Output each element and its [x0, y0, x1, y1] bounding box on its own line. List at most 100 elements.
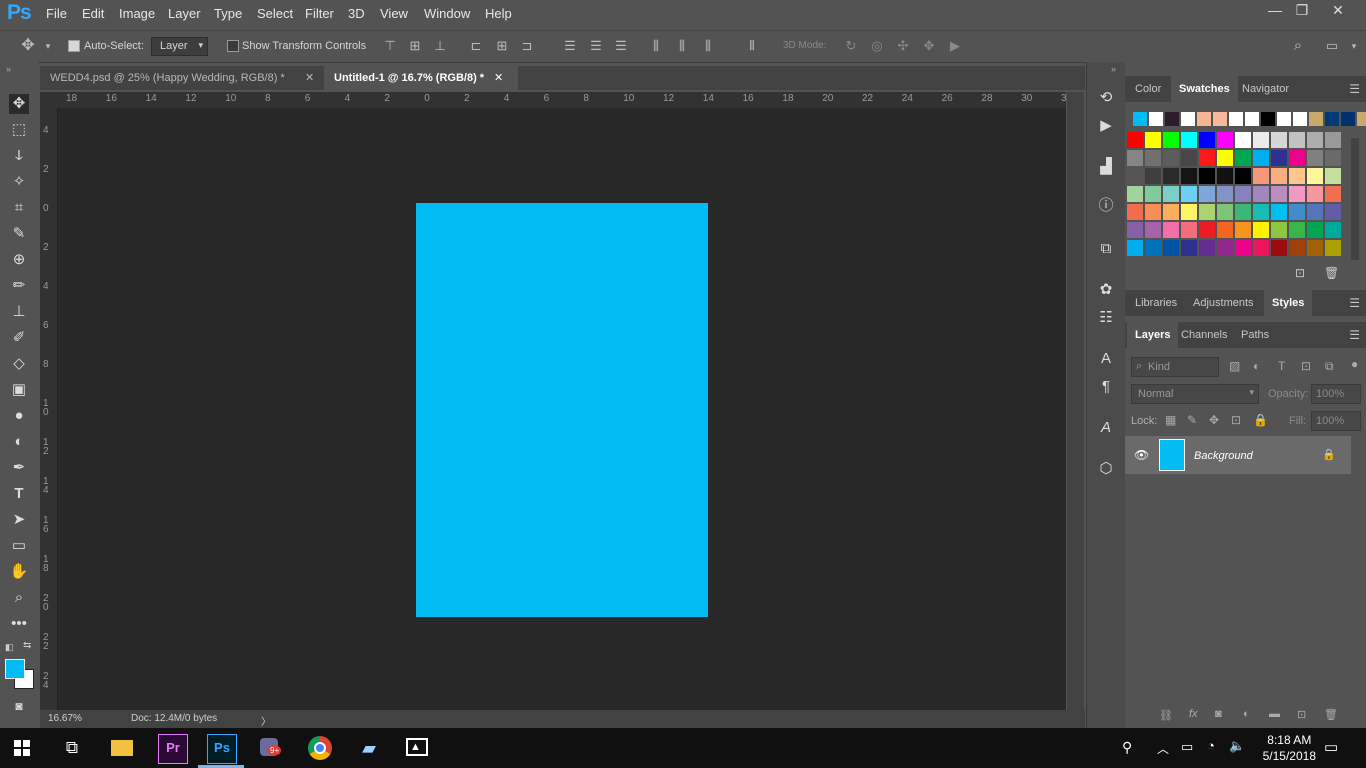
- color-swatch[interactable]: [1163, 240, 1179, 256]
- 3d-panel-icon[interactable]: ⬡: [1096, 459, 1116, 479]
- 3d-slide-icon[interactable]: ✥: [921, 38, 937, 54]
- horizontal-ruler[interactable]: 18 16 14 12 10 8 6 4 2 0 2 4 6 8 10 12 14 16 18 20 22 24 26 28 3…: [58, 92, 1072, 109]
- trash-icon[interactable]: 🗑: [1324, 708, 1338, 721]
- more-tools-icon[interactable]: •••: [9, 614, 29, 634]
- chrome-icon[interactable]: [306, 734, 334, 762]
- color-swatch[interactable]: [1145, 150, 1161, 166]
- menu-filter[interactable]: Filter: [305, 6, 334, 21]
- align-bottom-icon[interactable]: ⊥: [432, 38, 448, 54]
- dodge-tool-icon[interactable]: ◐: [9, 432, 29, 452]
- color-swatch[interactable]: [1217, 204, 1233, 220]
- tab-adjustments[interactable]: Adjustments: [1185, 290, 1262, 316]
- lock-artboard-icon[interactable]: ⊡: [1231, 413, 1241, 427]
- color-swatch[interactable]: [1325, 112, 1339, 126]
- auto-align-icon[interactable]: ⫴: [744, 38, 760, 54]
- color-swatch[interactable]: [1127, 150, 1143, 166]
- filter-type-icon[interactable]: T: [1278, 359, 1285, 373]
- lock-position-icon[interactable]: ✥: [1209, 413, 1219, 427]
- color-swatch[interactable]: [1325, 222, 1341, 238]
- color-swatch[interactable]: [1271, 168, 1287, 184]
- close-window-button[interactable]: ✕: [1325, 2, 1351, 19]
- color-swatch[interactable]: [1271, 150, 1287, 166]
- move-tool-icon[interactable]: ✥: [9, 94, 29, 114]
- color-swatch[interactable]: [1163, 204, 1179, 220]
- tab-navigator[interactable]: Navigator: [1234, 76, 1297, 102]
- volume-icon[interactable]: 🔈: [1229, 738, 1245, 754]
- color-swatch[interactable]: [1307, 240, 1323, 256]
- people-icon[interactable]: ⚲: [1122, 739, 1132, 756]
- color-swatch[interactable]: [1309, 112, 1323, 126]
- color-swatch[interactable]: [1253, 132, 1269, 148]
- color-swatch[interactable]: [1235, 240, 1251, 256]
- lock-all-icon[interactable]: 🔒: [1253, 413, 1268, 427]
- type-tool-icon[interactable]: T: [9, 484, 29, 504]
- color-swatch[interactable]: [1253, 186, 1269, 202]
- color-swatch[interactable]: [1341, 112, 1355, 126]
- color-swatch[interactable]: [1145, 222, 1161, 238]
- color-swatch[interactable]: [1181, 204, 1197, 220]
- color-swatch[interactable]: [1325, 186, 1341, 202]
- color-swatch[interactable]: [1289, 168, 1305, 184]
- character-panel-icon[interactable]: A: [1096, 349, 1116, 369]
- menu-window[interactable]: Window: [424, 6, 470, 21]
- color-swatch[interactable]: [1163, 222, 1179, 238]
- color-swatch[interactable]: [1217, 186, 1233, 202]
- layer-filter-dropdown[interactable]: ⌕ Kind: [1131, 357, 1219, 377]
- filter-adjustment-icon[interactable]: ◐: [1253, 359, 1260, 373]
- menu-help[interactable]: Help: [485, 6, 512, 21]
- color-swatch[interactable]: [1229, 112, 1243, 126]
- color-swatch[interactable]: [1271, 240, 1287, 256]
- magic-wand-tool-icon[interactable]: ✧: [9, 172, 29, 192]
- color-swatch[interactable]: [1199, 204, 1215, 220]
- color-swatch[interactable]: [1217, 132, 1233, 148]
- tab-swatches[interactable]: Swatches: [1171, 76, 1238, 102]
- lock-pixels-icon[interactable]: ✎: [1187, 413, 1197, 427]
- distribute-left-icon[interactable]: ⫼: [648, 38, 664, 54]
- messaging-app-icon[interactable]: 9+: [257, 734, 285, 762]
- panel-menu-icon[interactable]: ☰: [1349, 296, 1360, 310]
- status-menu-arrow-icon[interactable]: 〉: [261, 713, 271, 728]
- color-swatch[interactable]: [1181, 132, 1197, 148]
- color-swatch[interactable]: [1217, 150, 1233, 166]
- quick-mask-icon[interactable]: ◙: [9, 696, 29, 716]
- color-swatch[interactable]: [1181, 186, 1197, 202]
- color-swatch[interactable]: [1325, 150, 1341, 166]
- close-tab-icon[interactable]: ✕: [305, 66, 314, 90]
- blur-tool-icon[interactable]: ●: [9, 406, 29, 426]
- visibility-eye-icon[interactable]: 👁: [1134, 448, 1149, 462]
- tab-libraries[interactable]: Libraries: [1127, 290, 1185, 316]
- panel-menu-icon[interactable]: ☰: [1349, 328, 1360, 342]
- glyphs-panel-icon[interactable]: A: [1096, 418, 1116, 438]
- color-swatch[interactable]: [1145, 132, 1161, 148]
- clone-source-icon[interactable]: ⧉: [1096, 239, 1116, 259]
- align-left-icon[interactable]: ⊏: [468, 38, 484, 54]
- color-swatch[interactable]: [1145, 186, 1161, 202]
- distribute-hcenter-icon[interactable]: ⫼: [674, 38, 690, 54]
- new-swatch-icon[interactable]: ⊡: [1295, 266, 1305, 280]
- color-swatch[interactable]: [1199, 222, 1215, 238]
- color-swatch[interactable]: [1253, 204, 1269, 220]
- color-swatch[interactable]: [1127, 222, 1143, 238]
- color-swatch[interactable]: [1289, 240, 1305, 256]
- color-swatch[interactable]: [1133, 112, 1147, 126]
- add-mask-icon[interactable]: ◙: [1215, 708, 1222, 720]
- crop-tool-icon[interactable]: ⌗: [9, 198, 29, 218]
- notes-app-icon[interactable]: ▰: [355, 734, 383, 762]
- info-panel-icon[interactable]: ⓘ: [1096, 196, 1116, 216]
- zoom-level[interactable]: 16.67%: [48, 713, 82, 724]
- swap-colors-icon[interactable]: ⇆: [23, 640, 31, 651]
- color-swatch[interactable]: [1127, 204, 1143, 220]
- color-swatch[interactable]: [1163, 150, 1179, 166]
- color-swatch[interactable]: [1235, 168, 1251, 184]
- color-swatch[interactable]: [1307, 168, 1323, 184]
- align-vcenter-icon[interactable]: ⊞: [407, 38, 423, 54]
- lock-transparent-icon[interactable]: ▦: [1165, 413, 1176, 427]
- color-swatch[interactable]: [1235, 186, 1251, 202]
- align-right-icon[interactable]: ⊐: [519, 38, 535, 54]
- action-center-icon[interactable]: ▭: [1324, 738, 1338, 756]
- color-swatch[interactable]: [1163, 186, 1179, 202]
- menu-layer[interactable]: Layer: [168, 6, 201, 21]
- auto-select-dropdown[interactable]: Layer ▾: [151, 37, 208, 56]
- new-layer-icon[interactable]: ⊡: [1297, 708, 1306, 721]
- 3d-drag-icon[interactable]: ✣: [895, 38, 911, 54]
